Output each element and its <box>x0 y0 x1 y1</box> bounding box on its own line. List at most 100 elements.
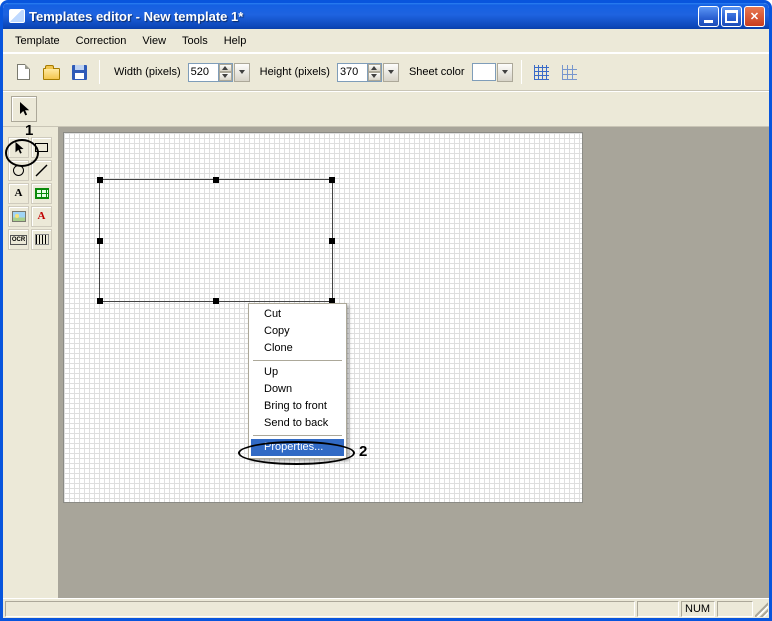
red-text-tool-button[interactable]: A <box>31 206 52 227</box>
save-button[interactable] <box>67 60 91 84</box>
selection-handle[interactable] <box>97 238 103 244</box>
menu-template[interactable]: Template <box>7 32 68 50</box>
minimize-button[interactable] <box>698 6 719 27</box>
sheet-color-picker <box>472 63 513 82</box>
height-label: Height (pixels) <box>260 66 330 78</box>
width-label: Width (pixels) <box>114 66 181 78</box>
line-tool-button[interactable] <box>31 160 52 181</box>
width-dropdown-button[interactable] <box>234 63 250 82</box>
new-button[interactable] <box>11 60 35 84</box>
barcode-icon <box>35 234 49 245</box>
status-message-panel <box>5 601 635 617</box>
close-button[interactable] <box>744 6 765 27</box>
app-icon <box>9 9 25 23</box>
context-menu-item-cut[interactable]: Cut <box>251 306 344 323</box>
selection-handle[interactable] <box>97 177 103 183</box>
down-arrow-icon <box>222 74 228 78</box>
open-button[interactable] <box>39 60 63 84</box>
toolbar-separator <box>99 60 100 84</box>
rectangle-tool-button[interactable] <box>31 137 52 158</box>
ellipse-tool-button[interactable] <box>8 160 29 181</box>
image-icon <box>12 211 26 222</box>
table-tool-button[interactable] <box>31 183 52 204</box>
selection-handle[interactable] <box>329 238 335 244</box>
chevron-down-icon <box>388 70 394 74</box>
titlebar[interactable]: Templates editor - New template 1* <box>3 3 769 29</box>
up-arrow-icon <box>222 66 228 70</box>
height-input[interactable] <box>337 63 367 82</box>
resize-grip[interactable] <box>755 601 768 617</box>
width-spinner <box>188 63 250 82</box>
select-mode-button[interactable] <box>11 96 37 122</box>
selection-handle[interactable] <box>213 298 219 304</box>
table-icon <box>35 188 49 199</box>
barcode-tool-button[interactable] <box>31 229 52 250</box>
context-menu-item-clone[interactable]: Clone <box>251 340 344 357</box>
selection-handle[interactable] <box>97 298 103 304</box>
menubar: Template Correction View Tools Help <box>3 29 769 53</box>
num-lock-indicator: NUM <box>681 601 715 617</box>
context-menu-item-up[interactable]: Up <box>251 364 344 381</box>
width-spin-down-button[interactable] <box>219 72 232 81</box>
grid-icon <box>534 65 549 80</box>
mode-toolbar <box>3 91 769 127</box>
height-dropdown-button[interactable] <box>383 63 399 82</box>
ocr-tool-button[interactable]: OCR <box>8 229 29 250</box>
height-spinner <box>337 63 399 82</box>
save-floppy-icon <box>72 65 87 80</box>
image-tool-button[interactable] <box>8 206 29 227</box>
annotation-label-1: 1 <box>25 122 33 139</box>
pointer-tool-button[interactable] <box>8 137 29 158</box>
menu-view[interactable]: View <box>134 32 174 50</box>
context-menu-separator <box>253 435 342 436</box>
tool-palette: A A OCR <box>3 127 58 598</box>
status-panel <box>717 601 753 617</box>
height-spin-up-button[interactable] <box>368 64 381 73</box>
down-arrow-icon <box>371 74 377 78</box>
context-menu-item-properties[interactable]: Properties... <box>251 439 344 456</box>
sheet-color-label: Sheet color <box>409 66 465 78</box>
chevron-down-icon <box>502 70 508 74</box>
up-arrow-icon <box>371 66 377 70</box>
show-grid-button[interactable] <box>530 60 554 84</box>
canvas-area <box>58 127 769 598</box>
context-menu: Cut Copy Clone Up Down Bring to front Se… <box>248 303 347 459</box>
pointer-icon <box>16 101 32 117</box>
context-menu-item-send-to-back[interactable]: Send to back <box>251 415 344 432</box>
status-panel <box>637 601 679 617</box>
rectangle-icon <box>35 143 48 152</box>
annotation-label-2: 2 <box>359 443 367 460</box>
selection-handle[interactable] <box>329 177 335 183</box>
context-menu-item-bring-to-front[interactable]: Bring to front <box>251 398 344 415</box>
menu-help[interactable]: Help <box>216 32 255 50</box>
menu-correction[interactable]: Correction <box>68 32 135 50</box>
sheet-color-swatch[interactable] <box>472 63 496 81</box>
selection-handle[interactable] <box>213 177 219 183</box>
ellipse-icon <box>13 165 24 176</box>
pointer-icon <box>12 141 26 155</box>
width-input[interactable] <box>188 63 218 82</box>
snap-grid-button[interactable] <box>558 60 582 84</box>
context-menu-item-copy[interactable]: Copy <box>251 323 344 340</box>
height-spin-buttons <box>367 63 382 82</box>
width-spin-buttons <box>218 63 233 82</box>
main-area: A A OCR <box>3 127 769 598</box>
maximize-button[interactable] <box>721 6 742 27</box>
menu-tools[interactable]: Tools <box>174 32 216 50</box>
toolbar-separator <box>521 60 522 84</box>
red-text-icon: A <box>38 211 46 222</box>
selected-rectangle[interactable] <box>99 179 333 302</box>
width-spin-up-button[interactable] <box>219 64 232 73</box>
text-tool-button[interactable]: A <box>8 183 29 204</box>
context-menu-separator <box>253 360 342 361</box>
ocr-icon: OCR <box>10 235 27 245</box>
templates-editor-window: Templates editor - New template 1* Templ… <box>0 0 772 621</box>
height-spin-down-button[interactable] <box>368 72 381 81</box>
context-menu-item-down[interactable]: Down <box>251 381 344 398</box>
open-folder-icon <box>43 68 60 80</box>
text-tool-icon: A <box>15 188 23 199</box>
statusbar: NUM <box>3 598 769 618</box>
line-icon <box>35 164 48 177</box>
sheet-color-dropdown-button[interactable] <box>497 63 513 82</box>
snap-grid-icon <box>562 65 577 80</box>
